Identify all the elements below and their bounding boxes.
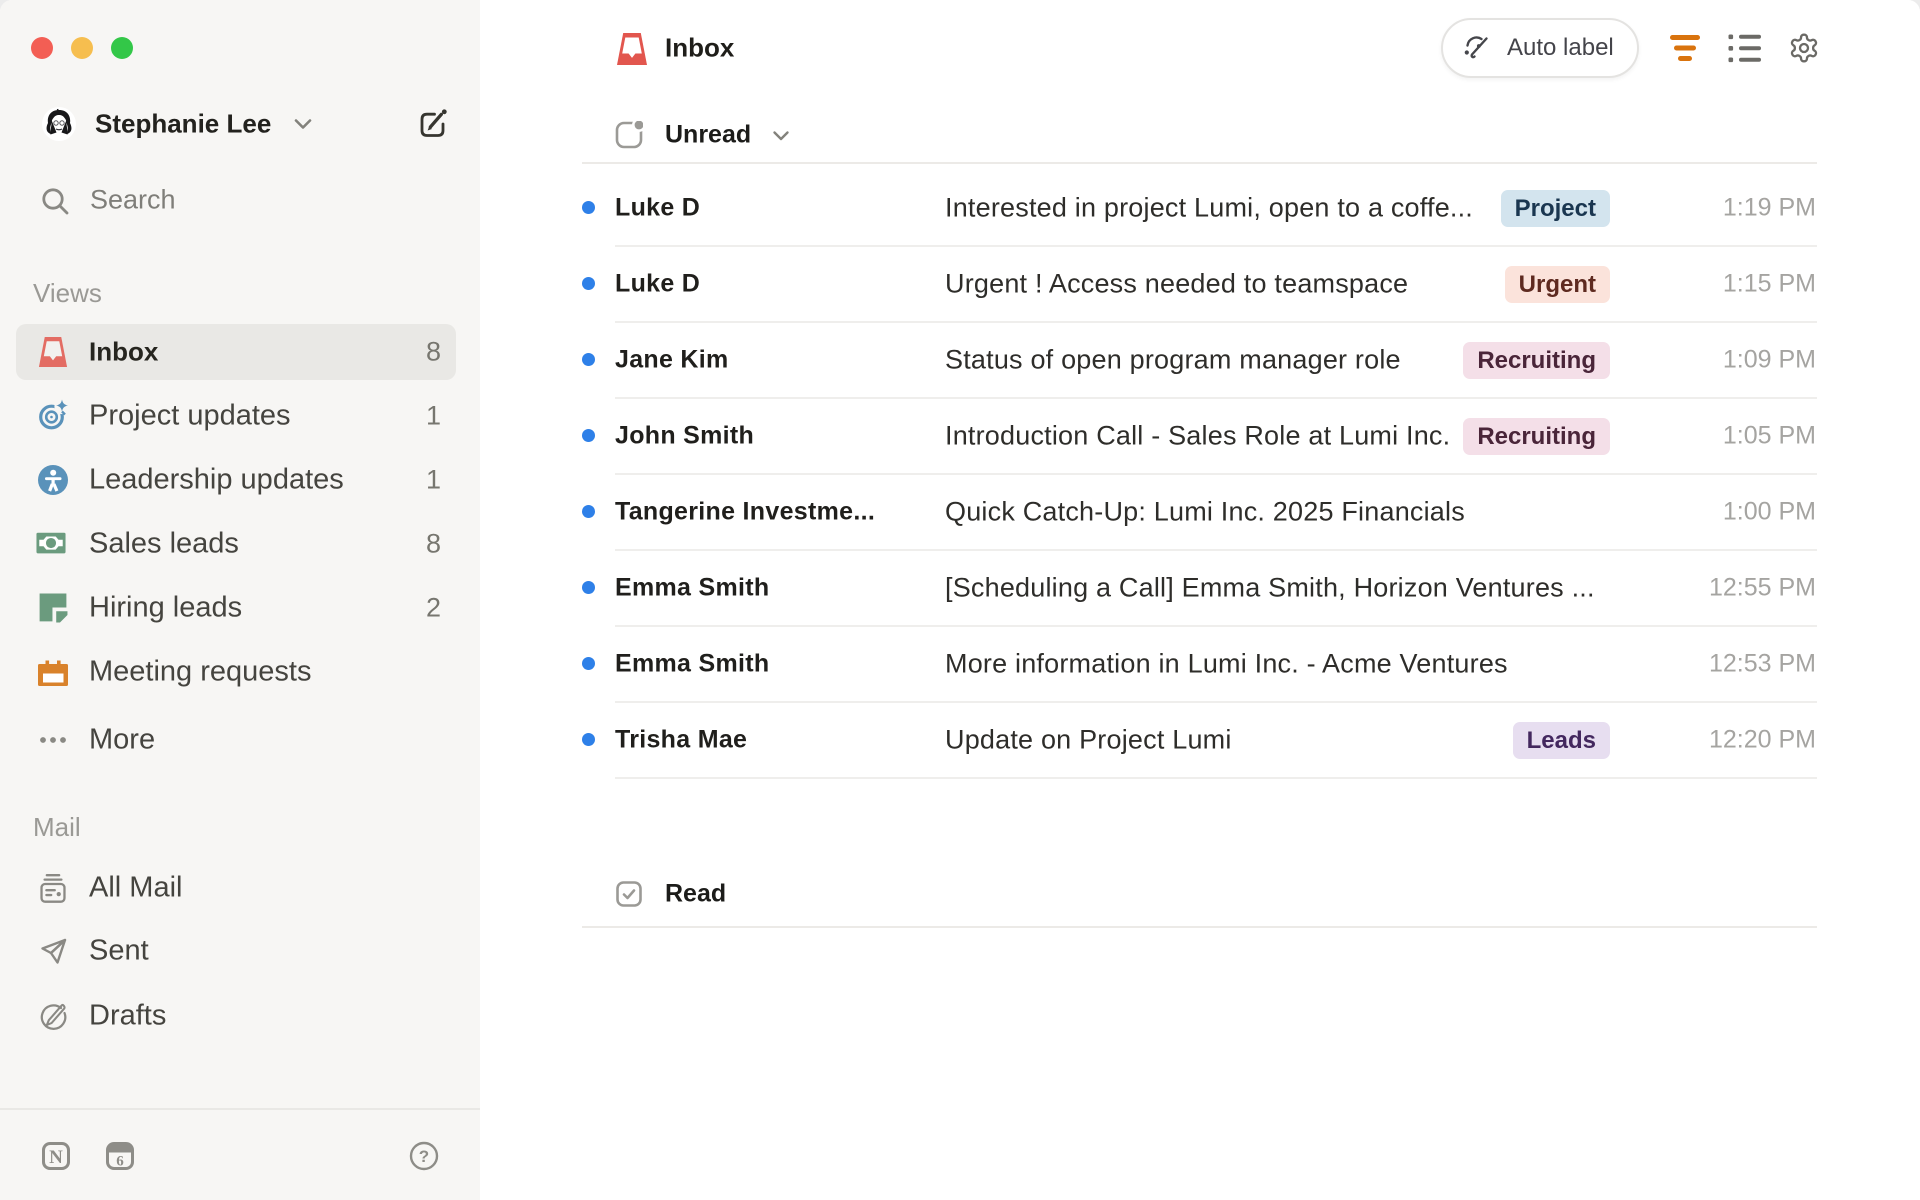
svg-text:N: N (49, 1147, 63, 1168)
svg-text:?: ? (419, 1147, 429, 1166)
svg-text:6: 6 (116, 1154, 124, 1170)
